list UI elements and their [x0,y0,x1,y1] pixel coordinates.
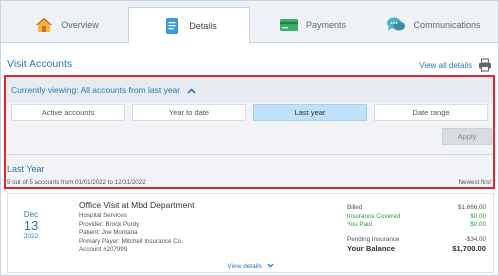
chevron-down-icon [267,263,274,270]
tab-label: Payments [305,20,347,30]
tab-label: Communications [413,20,481,30]
visit-name: Office Visit at Mbd Department [79,200,195,210]
app-frame: Overview Details Payments Communications… [0,0,499,276]
divider [6,154,493,155]
visit-provider: Provider: Brock Purdy [79,220,140,228]
visit-card: Dec 13 2022 Office Visit at Mbd Departme… [7,193,494,273]
pending-insurance-label: Pending Insurance [347,235,400,243]
visit-date: Dec 13 2022 [20,210,42,240]
visit-service: Hospital Services [79,212,127,219]
balance-value: $1,700.00 [452,244,486,254]
view-all-details-link[interactable]: View all details [419,61,472,70]
account-range-text: 5 out of 5 accounts from 01/01/2022 to 1… [7,179,146,186]
you-paid-value: $0.00 [470,221,486,229]
chevron-up-icon [186,86,196,96]
viewing-toggle[interactable]: Currently viewing: All accounts from las… [11,85,196,96]
section-header: Visit Accounts View all details [7,58,492,74]
insurance-covered-row: Insurance Covered $0.00 [347,213,486,222]
credit-card-icon [278,15,300,35]
visit-day: 13 [23,218,39,233]
visit-payer: Primary Payer: Mitchell Insurance Co. [79,237,183,245]
tab-communications[interactable]: Communications [374,7,492,43]
tab-overview[interactable]: Overview [7,7,125,43]
filter-header[interactable]: Currently viewing: All accounts from las… [6,77,493,103]
tab-details[interactable]: Details [128,7,250,44]
page-title: Visit Accounts [7,58,73,70]
tab-label: Overview [61,20,99,30]
apply-button[interactable]: Apply [442,128,492,145]
filter-date-range[interactable]: Date range [374,104,488,121]
period-title: Last Year [7,164,45,174]
tab-payments[interactable]: Payments [253,7,371,43]
tab-label: Details [189,20,217,31]
insurance-covered-value: $0.00 [470,212,486,220]
viewing-label: Currently viewing: All accounts from las… [11,85,181,95]
visit-account: Account #207999 [79,246,128,254]
tab-bar: Overview Details Payments Communications [1,1,498,44]
balance-row: Your Balance $1,700.00 [347,244,486,254]
document-icon [161,16,183,36]
printer-icon[interactable] [478,58,492,72]
billed-row: Billed $1,666.00 [347,204,486,213]
billed-value: $1,666.00 [457,204,486,211]
chat-bubbles-icon [385,15,407,35]
account-filter-panel: Currently viewing: All accounts from las… [4,75,495,189]
view-details-label: View details [227,263,262,271]
visit-amounts: Billed $1,666.00 Insurance Covered $0.00… [347,204,486,254]
you-paid-row: You Paid $0.00 [347,221,486,230]
sort-order-link[interactable]: Newest first [459,179,491,186]
filter-active-accounts[interactable]: Active accounts [11,104,125,121]
billed-label: Billed [347,204,363,211]
balance-label: Your Balance [347,244,395,254]
visit-patient: Patient: Joe Montana [79,229,138,237]
insurance-covered-label: Insurance Covered [347,212,401,220]
filter-last-year[interactable]: Last year [253,104,367,121]
you-paid-label: You Paid [347,221,372,229]
pending-insurance-row: Pending Insurance -$34.00 [347,236,486,245]
filter-year-to-date[interactable]: Year to date [132,104,246,121]
visit-info: Office Visit at Mbd Department Hospital … [79,200,194,255]
home-icon [33,15,55,35]
pending-insurance-value: -$34.00 [464,235,486,243]
view-details-link[interactable]: View details [8,263,493,270]
visit-year: 2022 [23,233,39,240]
